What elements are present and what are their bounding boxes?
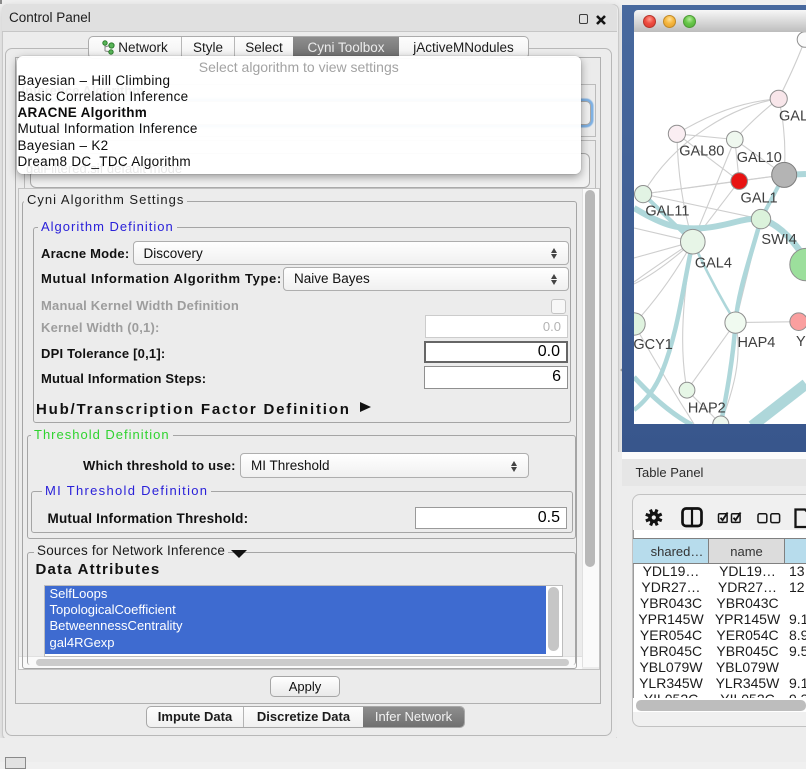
svg-text:GAL7: GAL7 xyxy=(779,108,806,124)
svg-text:YMR: YMR xyxy=(796,333,806,349)
svg-text:GAL10: GAL10 xyxy=(737,150,782,166)
svg-text:GCY1: GCY1 xyxy=(634,337,673,353)
svg-text:GAL4: GAL4 xyxy=(695,255,732,271)
svg-text:SWI4: SWI4 xyxy=(761,232,796,248)
svg-text:HAP4: HAP4 xyxy=(737,335,775,351)
svg-text:GAL80: GAL80 xyxy=(679,143,724,159)
svg-text:GAL1: GAL1 xyxy=(741,190,778,206)
svg-text:HAP2: HAP2 xyxy=(688,400,726,416)
svg-text:GAL11: GAL11 xyxy=(645,203,689,219)
